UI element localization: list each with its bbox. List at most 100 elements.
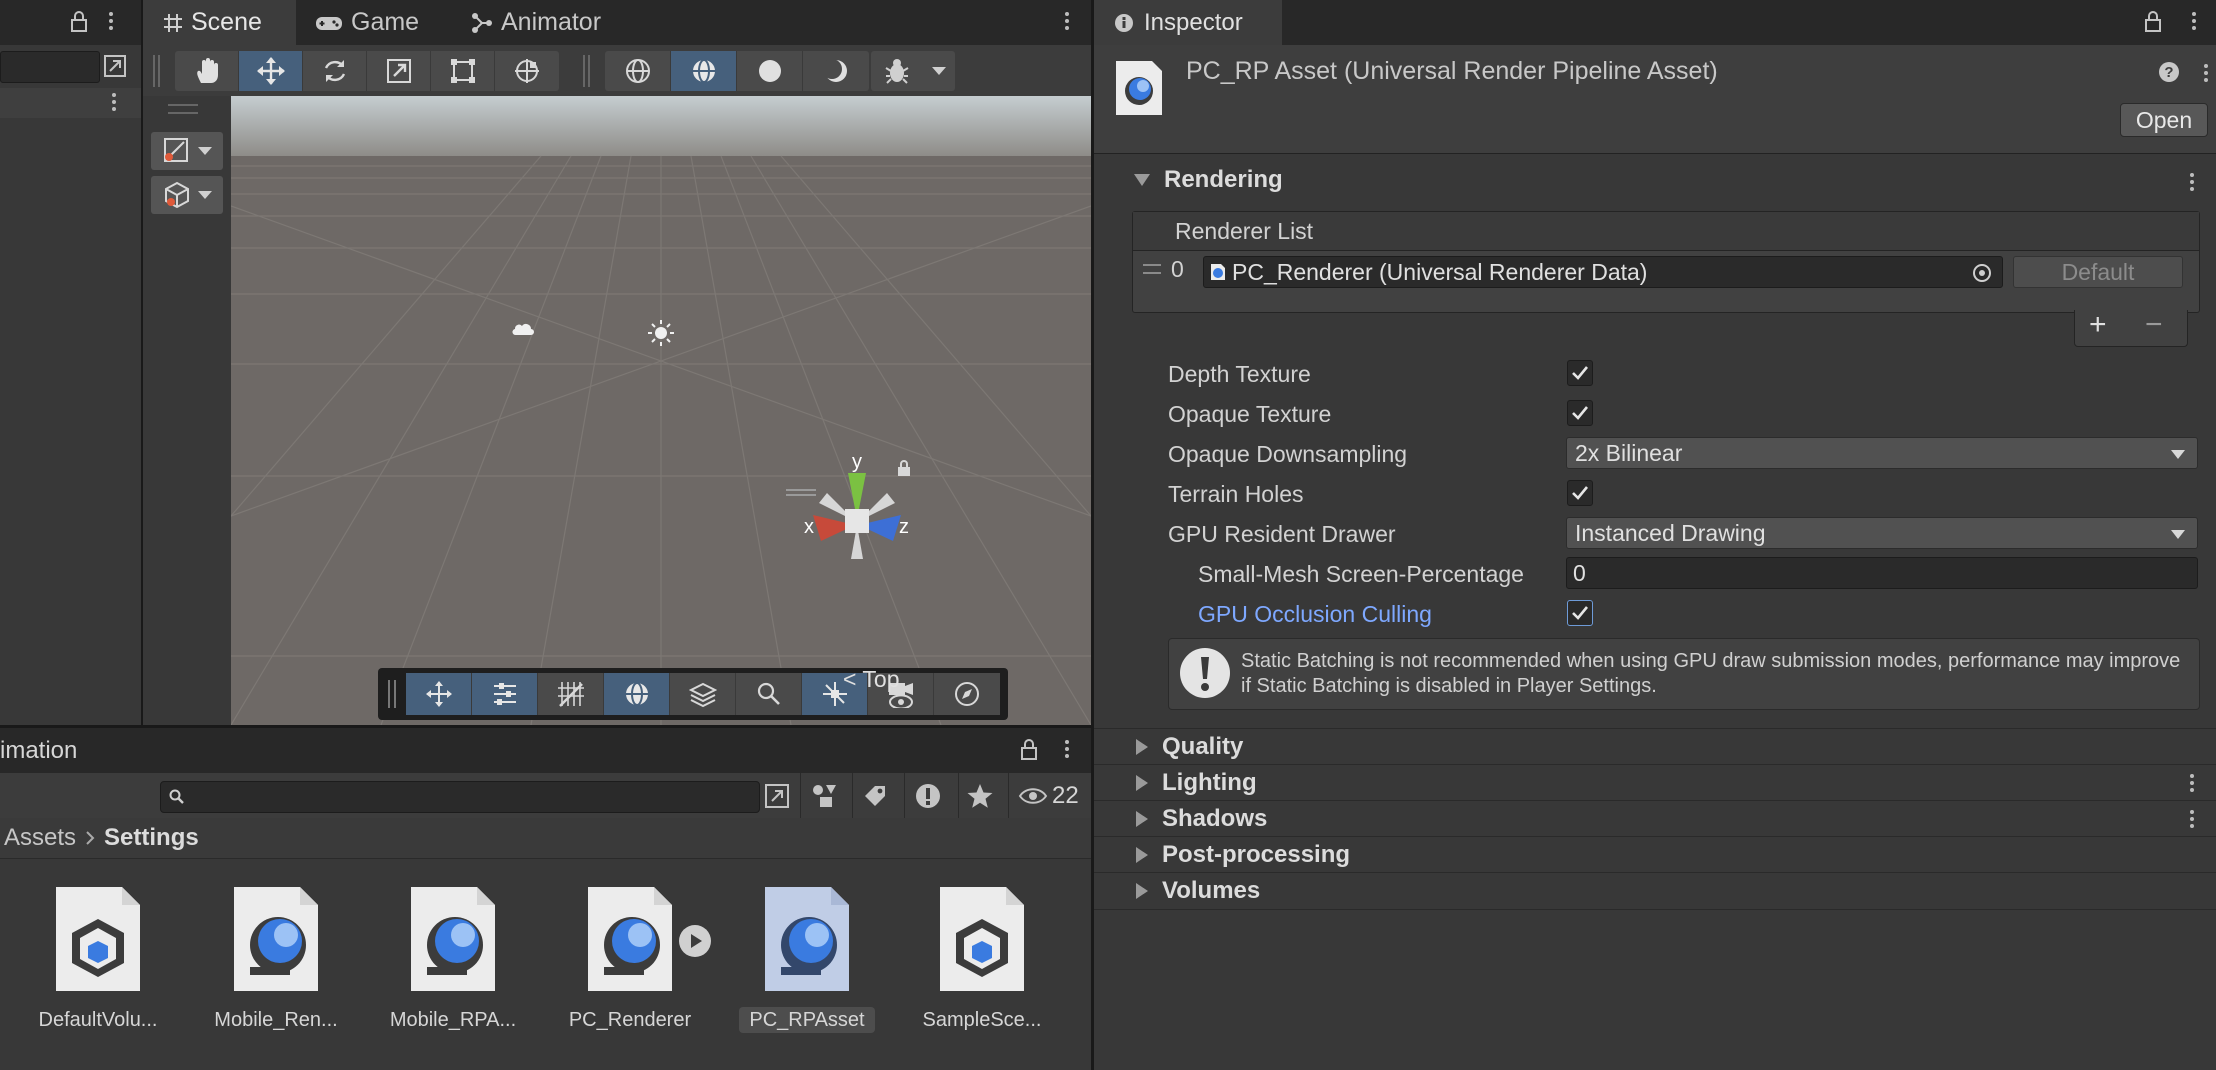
foldout-open-icon	[1134, 174, 1150, 186]
filter-by-type-icon[interactable]	[810, 783, 838, 809]
more-options-icon[interactable]	[1065, 9, 1069, 33]
lock-icon[interactable]	[70, 11, 88, 33]
gpu-resident-drawer-dropdown[interactable]: Instanced Drawing	[1566, 517, 2198, 549]
eye-icon[interactable]	[1018, 785, 1048, 807]
asset-item-selected[interactable]: PC_RPAsset	[722, 883, 892, 1033]
star-icon[interactable]	[966, 782, 994, 810]
expand-play-icon[interactable]	[678, 924, 712, 958]
terrain-holes-checkbox[interactable]	[1567, 480, 1593, 506]
section-quality[interactable]: Quality	[1094, 728, 2216, 765]
asset-item[interactable]: Mobile_RPA...	[368, 883, 538, 1032]
rect-tool-button[interactable]	[431, 51, 495, 91]
asset-item[interactable]: SampleSce...	[897, 883, 1067, 1032]
asset-item[interactable]: Mobile_Ren...	[191, 883, 361, 1032]
default-button[interactable]: Default	[2013, 256, 2183, 288]
scene-viewport[interactable]: y x z	[231, 96, 1091, 725]
unlit-button[interactable]	[803, 51, 869, 91]
section-lighting[interactable]: Lighting	[1094, 764, 2216, 801]
grid-snap-button[interactable]	[538, 673, 604, 715]
breadcrumb-settings[interactable]: Settings	[104, 824, 199, 852]
section-rendering[interactable]: Rendering	[1094, 162, 2216, 198]
add-item-button[interactable]: +	[2089, 308, 2107, 342]
wireframe-button[interactable]	[605, 51, 671, 91]
lock-icon[interactable]	[2144, 11, 2162, 33]
draw-mode-dropdown[interactable]	[151, 132, 223, 170]
rotate-icon	[324, 60, 345, 82]
more-options-icon[interactable]	[1065, 737, 1069, 761]
navigation-button[interactable]	[934, 673, 1000, 715]
renderer-data-icon	[1211, 264, 1225, 280]
transform-tools	[175, 51, 559, 91]
popout-icon[interactable]	[103, 54, 127, 78]
hierarchy-search-input[interactable]	[0, 51, 100, 83]
overlay-toolbar	[378, 668, 1008, 720]
opaque-downsampling-dropdown[interactable]: 2x Bilinear	[1566, 437, 2198, 469]
hierarchy-header-row	[0, 88, 141, 118]
transform-tool-button[interactable]	[495, 51, 559, 91]
move-gizmo-button[interactable]	[406, 673, 472, 715]
move-tool-button[interactable]	[239, 51, 303, 91]
more-options-icon[interactable]	[2204, 61, 2208, 85]
tab-scene-label: Scene	[191, 8, 262, 36]
toolbar-drag-handle[interactable]	[583, 55, 590, 87]
list-add-remove: + −	[2074, 308, 2188, 347]
depth-texture-checkbox[interactable]	[1567, 360, 1593, 386]
asset-label: SampleSce...	[922, 1009, 1042, 1031]
shaded-wireframe-button[interactable]	[671, 51, 737, 91]
remove-item-button[interactable]: −	[2145, 308, 2163, 342]
tool-settings-button[interactable]	[472, 673, 538, 715]
overlay-drag-handle[interactable]	[168, 104, 198, 114]
popout-icon[interactable]	[764, 783, 790, 809]
section-shadows[interactable]: Shadows	[1094, 800, 2216, 837]
asset-label: PC_RPAsset	[722, 1007, 892, 1033]
skybox-button[interactable]	[604, 673, 670, 715]
view-options-dropdown[interactable]	[151, 176, 223, 214]
toolbar-drag-handle[interactable]	[153, 55, 160, 87]
tab-inspector[interactable]: Inspector	[1094, 0, 1282, 45]
hand-tool-button[interactable]	[175, 51, 239, 91]
tab-game[interactable]: Game	[315, 0, 455, 45]
hierarchy-tabbar	[0, 0, 141, 45]
rotate-tool-button[interactable]	[303, 51, 367, 91]
object-picker-icon[interactable]	[1972, 263, 1992, 283]
tag-icon[interactable]	[862, 783, 888, 809]
more-options-icon[interactable]	[2190, 807, 2194, 831]
breadcrumb-assets[interactable]: Assets	[4, 824, 76, 852]
small-mesh-input[interactable]: 0	[1566, 557, 2198, 589]
help-icon[interactable]: ?	[2158, 61, 2180, 83]
gpu-occlusion-checkbox[interactable]	[1567, 600, 1593, 626]
scale-tool-button[interactable]	[367, 51, 431, 91]
chevron-down-icon[interactable]	[923, 51, 955, 91]
reorder-handle-icon[interactable]	[1143, 264, 1161, 274]
tab-scene[interactable]: Scene	[143, 0, 296, 45]
more-options-icon[interactable]	[2190, 771, 2194, 795]
gizmos-dropdown[interactable]	[871, 51, 955, 91]
scene-view[interactable]: y x z < Top	[143, 96, 1091, 725]
gizmo-y-label: y	[852, 451, 862, 473]
grid-hash-icon	[164, 13, 182, 32]
section-post-processing[interactable]: Post-processing	[1094, 836, 2216, 873]
view-orientation-label[interactable]: < Top	[843, 666, 900, 693]
info-icon	[1115, 13, 1133, 32]
lock-icon[interactable]	[1020, 739, 1038, 761]
shaded-button[interactable]	[737, 51, 803, 91]
more-options-icon[interactable]	[109, 9, 113, 33]
project-search-input[interactable]	[160, 781, 760, 813]
section-volumes[interactable]: Volumes	[1094, 872, 2216, 910]
opaque-texture-checkbox[interactable]	[1567, 400, 1593, 426]
asset-item[interactable]: DefaultVolu...	[13, 883, 183, 1032]
warning-filter-icon[interactable]	[914, 782, 942, 810]
more-options-icon[interactable]	[112, 90, 116, 114]
tab-inspector-label: Inspector	[1144, 8, 1243, 36]
open-button[interactable]: Open	[2120, 103, 2208, 137]
debug-button[interactable]	[871, 51, 923, 91]
layers-button[interactable]	[670, 673, 736, 715]
search-scene-button[interactable]	[736, 673, 802, 715]
unlit-sphere-icon	[822, 59, 847, 82]
overlay-drag-handle[interactable]	[388, 680, 396, 708]
more-options-icon[interactable]	[2190, 170, 2194, 194]
renderer-object-field[interactable]: PC_Renderer (Universal Renderer Data)	[1203, 256, 2003, 288]
tab-animation[interactable]: imation	[0, 737, 77, 765]
more-options-icon[interactable]	[2192, 9, 2196, 33]
tab-animator[interactable]: Animator	[471, 0, 631, 45]
